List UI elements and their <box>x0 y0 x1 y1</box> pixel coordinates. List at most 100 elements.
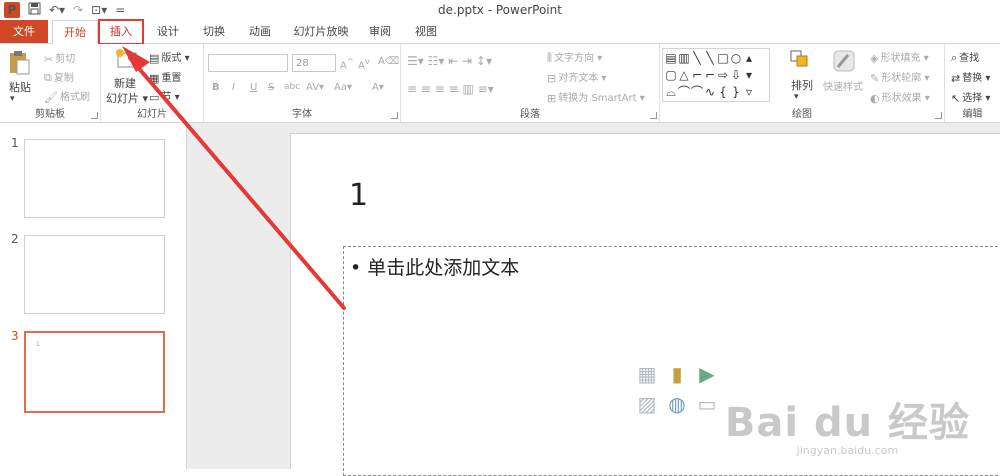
grow-font-button[interactable]: A^ <box>340 56 354 71</box>
shrink-font-button[interactable]: Av <box>358 56 370 71</box>
select-button[interactable]: ↖ 选择 ▾ <box>951 89 990 105</box>
insert-tab-highlight <box>98 19 144 45</box>
clipboard-launcher-icon[interactable] <box>91 112 98 119</box>
scissors-icon: ✂ <box>44 52 54 66</box>
new-slide-label-1[interactable]: 新建 <box>114 75 136 91</box>
tab-file[interactable]: 文件 <box>0 20 48 43</box>
cut-button[interactable]: ✂ 剪切 <box>44 50 75 66</box>
arrange-icon[interactable] <box>790 49 810 74</box>
insert-video-icon[interactable]: ▭ <box>692 389 722 419</box>
triangle-shape-icon[interactable]: △ <box>678 67 690 84</box>
slide-thumbnail-3[interactable]: 1 <box>24 331 165 413</box>
alignment-buttons[interactable]: ≡ ≡ ≡ ≡ ▥ ≡▾ <box>407 82 494 96</box>
shapes-gallery[interactable]: ▤ ▥ ╲ ╲ □ ○ ▴ ▢ △ ⌐ ⌐ ⇨ ⇩ ▾ ⌓ ⌒ ⌒ ∿{} ▿ <box>662 48 770 102</box>
section-button[interactable]: ▭ 节 ▾ <box>149 88 180 104</box>
arrange-dropdown-icon[interactable]: ▾ <box>794 92 799 102</box>
tab-home[interactable]: 开始 <box>52 20 98 44</box>
paste-dropdown-icon[interactable]: ▾ <box>10 94 15 104</box>
tab-transitions[interactable]: 切换 <box>194 20 234 43</box>
line-shape-icon[interactable]: ╲ <box>691 50 703 67</box>
font-color-button[interactable]: A▾ <box>372 82 384 93</box>
brace-right-shape-icon[interactable]: } <box>730 84 742 101</box>
font-size-input[interactable]: 28 <box>292 54 336 72</box>
shape-outline-button[interactable]: ✎ 形状轮廓 ▾ <box>870 69 929 85</box>
paragraph-launcher-icon[interactable] <box>650 112 657 119</box>
bold-button[interactable]: B <box>212 82 220 93</box>
rounded-rect-shape-icon[interactable]: ▢ <box>665 67 677 84</box>
arc-shape-icon[interactable]: ⌒ <box>691 84 703 101</box>
reset-button[interactable]: ▦ 重置 <box>149 69 181 85</box>
change-case-button[interactable]: Aa▾ <box>334 82 352 93</box>
slide-title-placeholder[interactable]: 1 <box>349 178 368 213</box>
tab-design[interactable]: 设计 <box>148 20 188 43</box>
font-name-input[interactable] <box>208 54 288 72</box>
format-painter-button[interactable]: 🖌 格式刷 <box>44 88 90 104</box>
curve-shape-icon[interactable]: ⌒ <box>678 84 690 101</box>
replace-button[interactable]: ⇄ 替换 ▾ <box>951 69 990 85</box>
connector-shape-icon[interactable]: ⌐ <box>691 67 703 84</box>
insert-picture-icon[interactable]: ▨ <box>632 389 662 419</box>
tab-view[interactable]: 视图 <box>406 20 446 43</box>
text-shadow-button[interactable]: abc <box>284 82 300 92</box>
insert-smartart-icon[interactable]: ▶ <box>692 359 722 389</box>
shape-effects-button[interactable]: ◐ 形状效果 ▾ <box>870 89 930 105</box>
slides-group: 新建 幻灯片 ▾ ▤ 版式 ▾ ▦ 重置 ▭ 节 ▾ 幻灯片 <box>101 44 204 122</box>
insert-online-picture-icon[interactable]: ◍ <box>662 389 692 419</box>
align-text-button[interactable]: ⊟ 对齐文本 ▾ <box>547 69 606 85</box>
reset-icon: ▦ <box>149 71 160 85</box>
italic-button[interactable]: I <box>232 82 235 93</box>
ribbon-tabs: 文件 开始 插入 设计 切换 动画 幻灯片放映 审阅 视图 <box>0 20 1000 44</box>
font-launcher-icon[interactable] <box>391 112 398 119</box>
paste-button[interactable]: 粘贴 <box>9 79 31 95</box>
insert-table-icon[interactable]: ▦ <box>632 359 662 389</box>
paint-bucket-icon: ◈ <box>870 51 879 65</box>
bullets-button[interactable]: ☰▾ ☷▾ ⇤ ⇥ ↕▾ <box>407 54 492 68</box>
section-icon: ▭ <box>149 90 160 104</box>
strikethrough-button[interactable]: S <box>268 82 274 93</box>
right-arrow-shape-icon[interactable]: ⇨ <box>717 67 729 84</box>
new-slide-icon[interactable] <box>115 48 137 73</box>
character-spacing-button[interactable]: AV▾ <box>306 82 324 93</box>
layout-button[interactable]: ▤ 版式 ▾ <box>149 49 190 65</box>
clear-format-button[interactable]: A⌫ <box>378 56 399 67</box>
textbox-shape-icon[interactable]: ▤ <box>665 50 677 67</box>
line-shape-icon-2[interactable]: ╲ <box>704 50 716 67</box>
find-button[interactable]: ⌕ 查找 <box>951 49 979 65</box>
drawing-label: 绘图 <box>792 109 812 120</box>
shape-fill-button[interactable]: ◈ 形状填充 ▾ <box>870 49 929 65</box>
text-direction-button[interactable]: ⫼ 文字方向 ▾ <box>547 49 602 65</box>
insert-chart-icon[interactable]: ▮ <box>662 359 692 389</box>
wave-shape-icon[interactable]: ∿ <box>704 84 716 101</box>
slide-thumbnail-1[interactable] <box>24 139 165 218</box>
slide-number: 3 <box>11 329 19 343</box>
text-direction-icon: ⫼ <box>547 51 553 64</box>
scroll-down-icon[interactable]: ▾ <box>743 67 755 84</box>
arrange-button[interactable]: 排列 <box>791 77 813 93</box>
copy-button[interactable]: ⧉ 复制 <box>44 69 74 85</box>
convert-smartart-button[interactable]: ⊞ 转换为 SmartArt ▾ <box>547 89 645 105</box>
slide-thumbnail-2[interactable] <box>24 235 165 314</box>
slide-thumbnail-pane[interactable]: 1 2 3 1 <box>0 123 187 469</box>
connector-shape-icon-2[interactable]: ⌐ <box>704 67 716 84</box>
drawing-launcher-icon[interactable] <box>935 112 942 119</box>
paste-icon[interactable] <box>8 50 30 79</box>
underline-button[interactable]: U <box>250 82 257 93</box>
oval-shape-icon[interactable]: ○ <box>730 50 742 67</box>
new-slide-button[interactable]: 幻灯片 ▾ <box>106 90 148 106</box>
quick-styles-button[interactable]: 快速样式 <box>823 78 863 93</box>
freeform-shape-icon[interactable]: ⌓ <box>665 84 677 101</box>
clipboard-group: 粘贴 ▾ ✂ 剪切 ⧉ 复制 🖌 格式刷 剪贴板 <box>0 44 101 122</box>
tab-slideshow[interactable]: 幻灯片放映 <box>288 20 354 43</box>
quick-styles-icon[interactable] <box>832 49 856 76</box>
cursor-icon: ↖ <box>951 91 961 105</box>
vertical-textbox-shape-icon[interactable]: ▥ <box>678 50 690 67</box>
down-arrow-shape-icon[interactable]: ⇩ <box>730 67 742 84</box>
tab-review[interactable]: 审阅 <box>362 20 398 43</box>
tab-animations[interactable]: 动画 <box>240 20 280 43</box>
copy-icon: ⧉ <box>44 71 52 84</box>
brace-left-shape-icon[interactable]: { <box>717 84 729 101</box>
more-shapes-icon[interactable]: ▿ <box>743 84 755 101</box>
scroll-up-icon[interactable]: ▴ <box>743 50 755 67</box>
rectangle-shape-icon[interactable]: □ <box>717 50 729 67</box>
editing-group: ⌕ 查找 ⇄ 替换 ▾ ↖ 选择 ▾ 编辑 <box>945 44 1000 122</box>
